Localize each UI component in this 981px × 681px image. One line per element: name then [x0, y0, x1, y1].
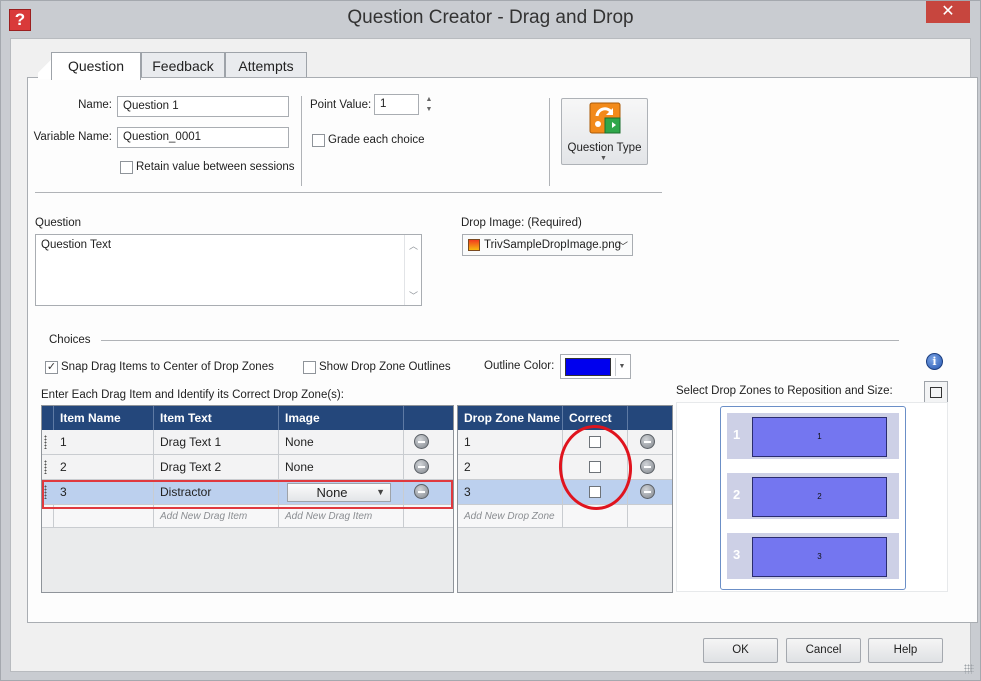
remove-row-icon[interactable]	[640, 484, 655, 499]
title-bar: ? Question Creator - Drag and Drop ✕	[1, 1, 980, 37]
question-scrollbar[interactable]: ︿ ﹀	[404, 235, 421, 305]
drag-handle[interactable]	[44, 460, 47, 474]
question-type-button[interactable]: Question Type ▼	[561, 98, 648, 165]
question-type-icon	[589, 102, 621, 134]
header-item-name[interactable]: Item Name	[54, 406, 154, 430]
item-text-cell[interactable]: Drag Text 2	[154, 455, 279, 479]
header-item-text[interactable]: Item Text	[154, 406, 279, 430]
point-value-stepper[interactable]: ▲ ▼	[424, 95, 434, 115]
zone-name-cell[interactable]: 1	[458, 430, 563, 454]
tab-feedback[interactable]: Feedback	[141, 52, 225, 78]
scroll-up-icon[interactable]: ︿	[409, 239, 418, 252]
question-label: Question	[35, 217, 82, 229]
question-text: Question Text	[41, 239, 112, 251]
table-row[interactable]: 2 Drag Text 2 None	[42, 455, 453, 480]
drop-zone-box[interactable]: 1	[752, 417, 887, 457]
ok-button[interactable]: OK	[703, 638, 778, 663]
choices-section-label: Choices	[49, 334, 91, 346]
drag-handle[interactable]	[44, 435, 47, 449]
grade-each-choice-label: Grade each choice	[328, 134, 425, 146]
header-image[interactable]: Image	[279, 406, 404, 430]
table-row[interactable]: 1 Drag Text 1 None	[42, 430, 453, 455]
drop-image-select[interactable]: TrivSampleDropImage.png ﹀	[462, 234, 633, 256]
item-image-cell[interactable]: None	[279, 455, 404, 479]
tab-question[interactable]: Question	[51, 52, 141, 80]
grade-each-choice-checkbox[interactable]	[312, 134, 325, 147]
drop-zone-preview-frame: 1 1 2 2 3 3	[720, 406, 906, 590]
divider	[301, 96, 302, 186]
drop-zone-number: 1	[733, 427, 741, 442]
drop-zone-number: 3	[733, 547, 741, 562]
remove-row-icon[interactable]	[414, 459, 429, 474]
zone-name-cell[interactable]: 3	[458, 480, 563, 504]
remove-row-icon[interactable]	[640, 459, 655, 474]
drop-zone-preview-area: 1 1 2 2 3 3	[676, 402, 948, 592]
resize-grip[interactable]	[964, 664, 974, 674]
drop-zone-box[interactable]: 3	[752, 537, 887, 577]
snap-to-center-checkbox[interactable]: ✓	[45, 361, 58, 374]
dialog-window: ? Question Creator - Drag and Drop ✕ Que…	[0, 0, 981, 681]
drop-zone-preview-row[interactable]: 3 3	[727, 533, 899, 579]
show-outlines-checkbox[interactable]	[303, 361, 316, 374]
add-drop-zone-placeholder[interactable]: Add New Drop Zone	[458, 505, 563, 527]
fit-to-frame-icon[interactable]	[924, 381, 948, 404]
drop-zone-preview-row[interactable]: 2 2	[727, 473, 899, 519]
outline-color-swatch	[565, 358, 611, 376]
scroll-down-icon[interactable]: ﹀	[409, 289, 418, 302]
item-name-cell[interactable]: 1	[54, 430, 154, 454]
outline-color-picker[interactable]: ▼	[560, 354, 631, 379]
cancel-button[interactable]: Cancel	[786, 638, 861, 663]
point-value-field[interactable]: 1	[374, 94, 419, 115]
header-grip-column	[42, 406, 54, 430]
highlight-rectangle	[42, 480, 453, 509]
separator	[101, 340, 899, 341]
snap-to-center-label: Snap Drag Items to Center of Drop Zones	[61, 361, 274, 373]
name-label: Name:	[78, 99, 112, 111]
drop-zone-number: 2	[733, 487, 741, 502]
header-remove-column	[404, 406, 453, 430]
help-button[interactable]: Help	[868, 638, 943, 663]
header-remove-column	[628, 406, 672, 430]
remove-row-icon[interactable]	[414, 434, 429, 449]
item-name-cell[interactable]: 2	[54, 455, 154, 479]
remove-row-icon[interactable]	[640, 434, 655, 449]
point-value-label: Point Value:	[310, 99, 372, 111]
separator	[35, 192, 662, 193]
item-text-cell[interactable]: Drag Text 1	[154, 430, 279, 454]
drop-zone-preview-row[interactable]: 1 1	[727, 413, 899, 459]
question-type-label: Question Type	[567, 142, 642, 154]
divider	[549, 98, 550, 186]
question-text-area[interactable]: Question Text ︿ ﹀	[35, 234, 422, 306]
drop-zones-header: Drop Zone Name Correct	[458, 406, 672, 430]
tab-attempts[interactable]: Attempts	[225, 52, 307, 78]
zones-instruction: Select Drop Zones to Reposition and Size…	[676, 385, 893, 397]
outline-color-label: Outline Color:	[484, 360, 555, 372]
image-file-icon	[468, 239, 480, 251]
drop-zones-grid: Drop Zone Name Correct 1 2 3 Add New Dro…	[457, 405, 673, 593]
chevron-down-icon: ▼	[600, 155, 607, 162]
show-outlines-label: Show Drop Zone Outlines	[319, 361, 451, 373]
retain-value-checkbox[interactable]	[120, 161, 133, 174]
item-image-cell[interactable]: None	[279, 430, 404, 454]
retain-value-label: Retain value between sessions	[136, 161, 295, 173]
zone-name-cell[interactable]: 2	[458, 455, 563, 479]
close-button[interactable]: ✕	[926, 1, 970, 23]
add-row[interactable]: Add New Drop Zone	[458, 505, 672, 528]
chevron-down-icon: ﹀	[618, 242, 628, 253]
header-drop-zone-name[interactable]: Drop Zone Name	[458, 406, 563, 430]
variable-name-label: Variable Name:	[33, 131, 112, 143]
drop-image-label: Drop Image: (Required)	[461, 217, 582, 229]
name-field[interactable]: Question 1	[117, 96, 289, 117]
choices-instruction: Enter Each Drag Item and Identify its Co…	[41, 389, 344, 401]
chevron-down-icon[interactable]: ▼	[615, 358, 628, 376]
window-title: Question Creator - Drag and Drop	[347, 7, 634, 28]
drop-image-value: TrivSampleDropImage.png	[484, 239, 621, 251]
drop-zone-box[interactable]: 2	[752, 477, 887, 517]
variable-name-field[interactable]: Question_0001	[117, 127, 289, 148]
drag-items-header: Item Name Item Text Image	[42, 406, 453, 430]
info-icon[interactable]: i	[926, 353, 943, 370]
